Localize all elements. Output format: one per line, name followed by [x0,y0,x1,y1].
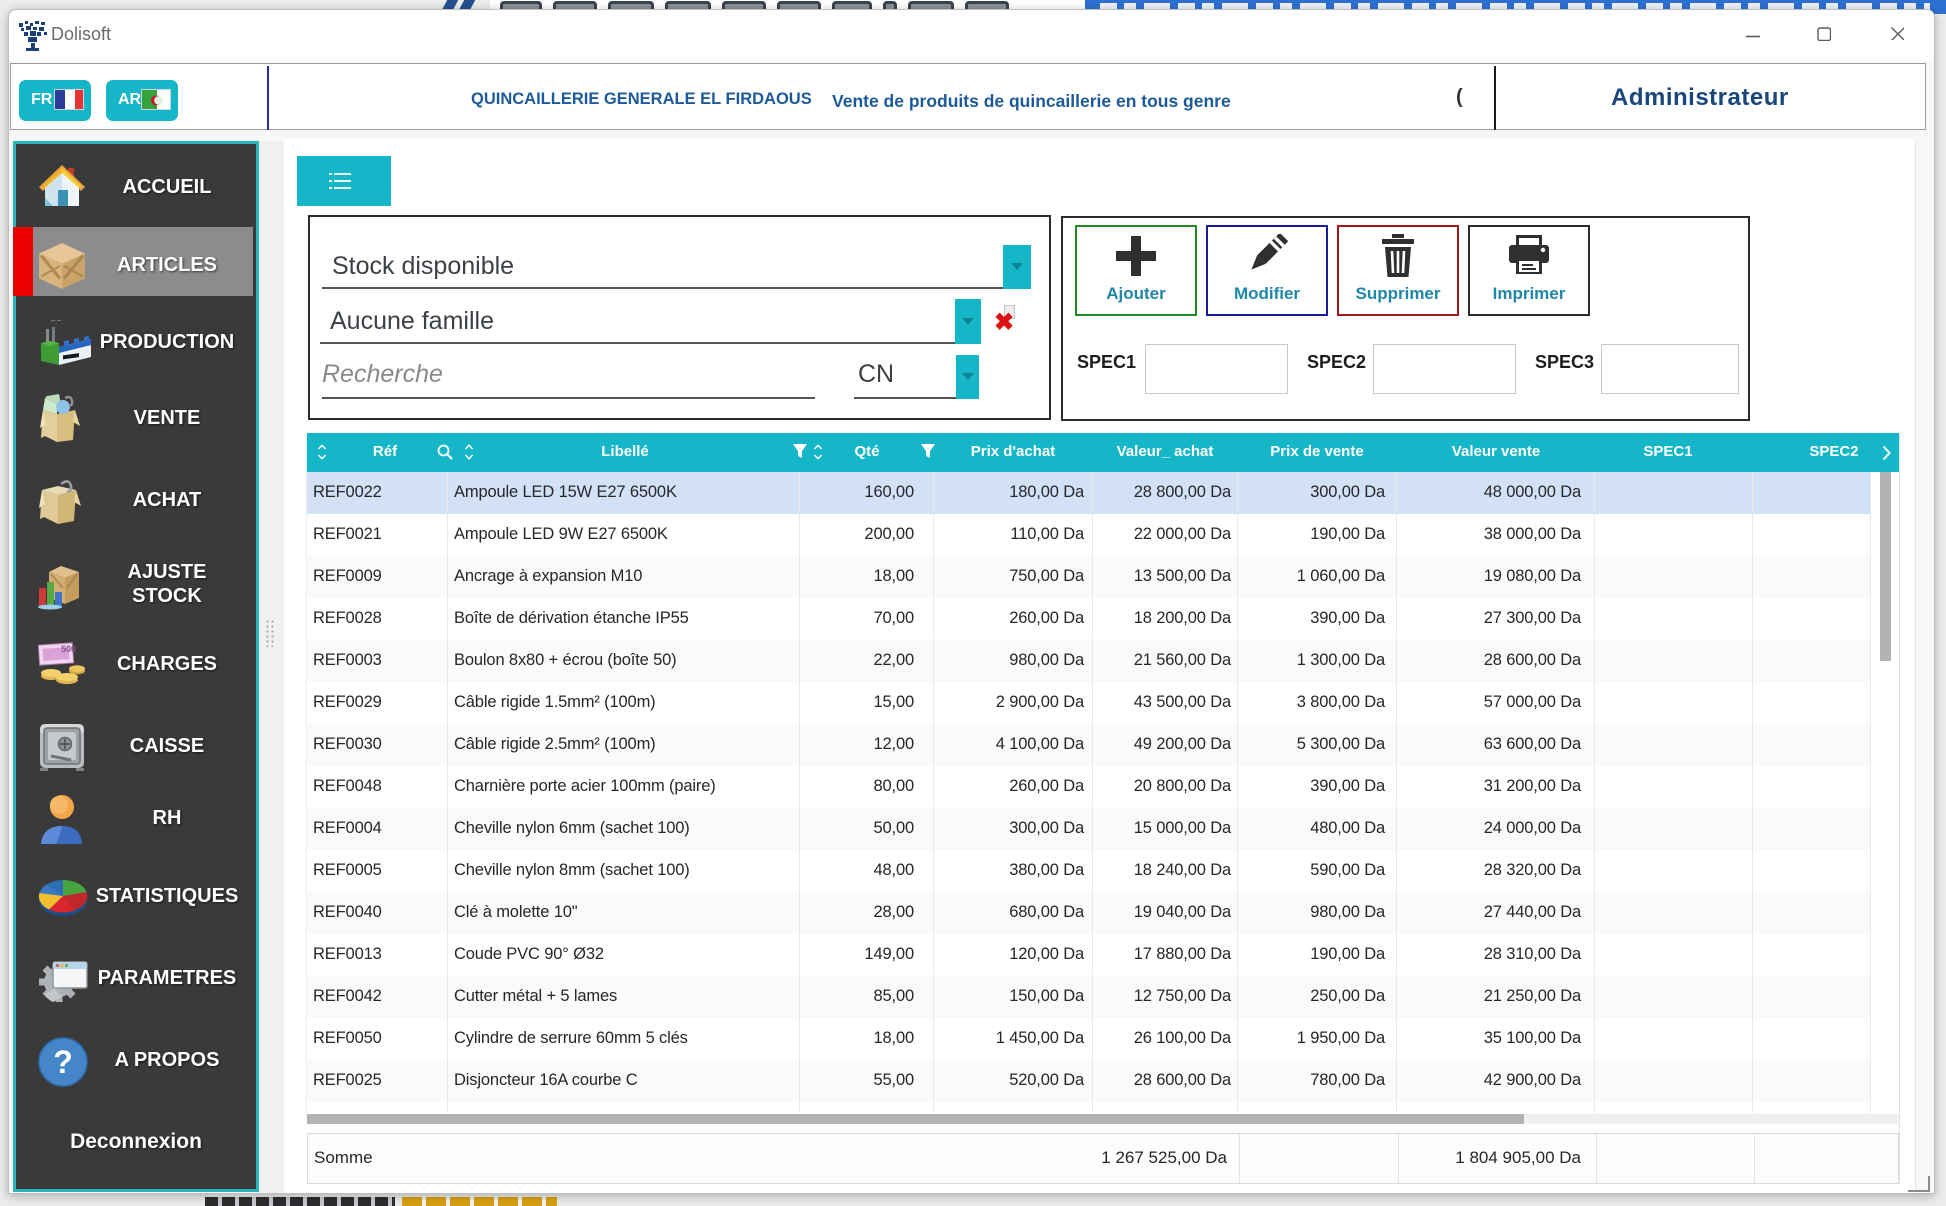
svg-text:"˜·˜˜·: "˜·˜˜· [51,321,63,327]
